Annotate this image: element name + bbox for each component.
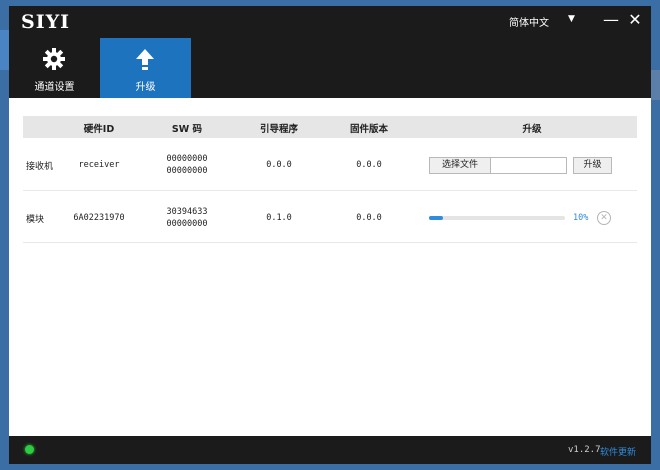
tab-upgrade[interactable]: 升级 bbox=[100, 38, 191, 98]
choose-file-button[interactable]: 选择文件 bbox=[429, 157, 491, 174]
language-select[interactable]: 简体中文 bbox=[509, 14, 549, 29]
bootloader-version: 0.1.0 bbox=[266, 213, 292, 223]
column-header-hardware-id: 硬件ID bbox=[83, 124, 115, 135]
hardware-id: 6A02231970 bbox=[73, 213, 125, 223]
minimize-button[interactable]: — bbox=[602, 9, 620, 31]
table-header: 硬件ID SW 码 引导程序 固件版本 升级 bbox=[23, 116, 637, 138]
table-row: 接收机 receiver 00000000 00000000 0.0.0 0.0… bbox=[23, 139, 637, 191]
device-name: 模块 bbox=[26, 215, 45, 225]
tab-channel-settings[interactable]: 通道设置 bbox=[9, 38, 100, 98]
tab-label: 通道设置 bbox=[34, 82, 75, 93]
sw-code-line-2: 00000000 bbox=[166, 166, 208, 176]
app-logo: SIYI bbox=[21, 11, 71, 33]
firmware-version: 0.0.0 bbox=[356, 213, 382, 223]
upload-arrow-icon bbox=[136, 49, 154, 70]
upgrade-progress-fill bbox=[429, 216, 443, 220]
cancel-upgrade-icon[interactable]: ✕ bbox=[597, 211, 611, 225]
sw-code-line-1: 30394633 bbox=[166, 207, 208, 217]
close-button[interactable]: ✕ bbox=[626, 9, 644, 31]
desktop-icon-fragment bbox=[651, 70, 660, 100]
table-row: 模块 6A02231970 30394633 00000000 0.1.0 0.… bbox=[23, 191, 637, 243]
column-header-firmware: 固件版本 bbox=[349, 124, 389, 135]
row-divider bbox=[23, 242, 637, 243]
status-bar: v1.2.7 软件更新 bbox=[9, 436, 651, 464]
upgrade-progress-bar bbox=[429, 216, 565, 220]
tab-label: 升级 bbox=[135, 82, 156, 93]
device-name: 接收机 bbox=[26, 162, 54, 172]
app-version: v1.2.7 bbox=[568, 445, 601, 455]
column-header-sw-code: SW 码 bbox=[171, 124, 203, 135]
connection-status-icon bbox=[25, 445, 34, 454]
hardware-id: receiver bbox=[78, 160, 120, 170]
column-header-upgrade: 升级 bbox=[522, 124, 542, 135]
column-header-bootloader: 引导程序 bbox=[259, 124, 299, 135]
sw-code-line-2: 00000000 bbox=[166, 219, 208, 229]
upgrade-button[interactable]: 升级 bbox=[573, 157, 612, 174]
upgrade-progress-percent: 10% bbox=[573, 213, 589, 223]
gear-icon bbox=[43, 48, 65, 70]
nav-bar: 通道设置 升级 bbox=[9, 38, 651, 98]
title-bar[interactable]: SIYI 简体中文 ▼ — ✕ bbox=[9, 6, 651, 38]
firmware-version: 0.0.0 bbox=[356, 160, 382, 170]
bootloader-version: 0.0.0 bbox=[266, 160, 292, 170]
file-path-input[interactable] bbox=[490, 157, 567, 174]
sw-code-line-1: 00000000 bbox=[166, 154, 208, 164]
software-update-link[interactable]: 软件更新 bbox=[600, 445, 636, 458]
chevron-down-icon[interactable]: ▼ bbox=[568, 14, 575, 24]
app-window: SIYI 简体中文 ▼ — ✕ 通道设置 升级 硬件ID SW 码 引导程序 固… bbox=[9, 6, 651, 464]
desktop-icon-fragment bbox=[0, 30, 9, 70]
